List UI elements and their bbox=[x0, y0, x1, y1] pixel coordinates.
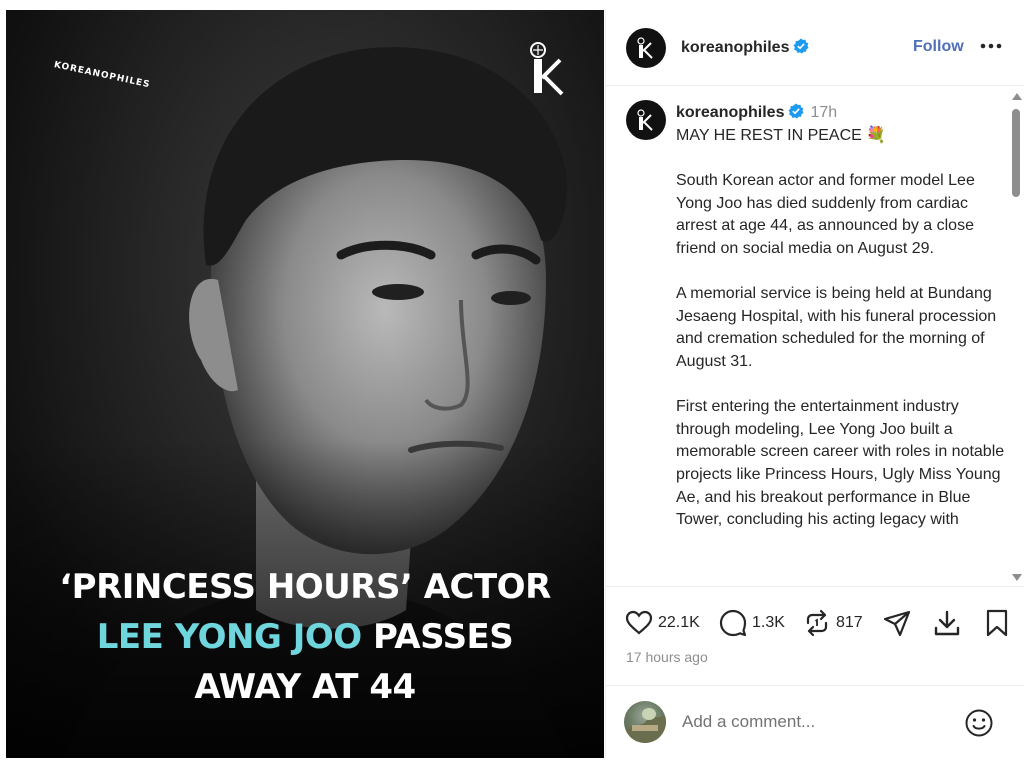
caption-title-line: MAY HE REST IN PEACE 💐 bbox=[676, 127, 887, 144]
k-logo-icon bbox=[530, 42, 564, 96]
verified-badge-icon bbox=[788, 103, 804, 119]
headline-line-1: ‘PRINCESS HOURS’ ACTOR bbox=[59, 567, 551, 607]
caption-text: MAY HE REST IN PEACE 💐 South Korean acto… bbox=[676, 125, 1006, 532]
comment-button[interactable]: 1.3K bbox=[718, 608, 785, 638]
media-headline: ‘PRINCESS HOURS’ ACTOR LEE YONG JOO PASS… bbox=[6, 562, 604, 712]
comment-bar bbox=[606, 685, 1024, 758]
headline-line-3: AWAY AT 44 bbox=[194, 667, 416, 707]
repost-button[interactable]: 817 bbox=[802, 608, 863, 638]
send-icon bbox=[883, 610, 911, 637]
header-username[interactable]: koreanophiles bbox=[681, 38, 809, 57]
post-age[interactable]: 17 hours ago bbox=[626, 649, 708, 665]
caption-body-text: South Korean actor and former model Lee … bbox=[676, 172, 1005, 529]
repost-count[interactable]: 817 bbox=[836, 614, 863, 632]
k-avatar-icon bbox=[637, 109, 653, 131]
like-button[interactable]: 22.1K bbox=[624, 608, 700, 638]
caption-scrollbar[interactable] bbox=[1008, 87, 1024, 586]
emoji-smiley-icon[interactable] bbox=[964, 708, 994, 738]
caption-time[interactable]: 17h bbox=[810, 104, 837, 121]
download-icon bbox=[934, 610, 960, 636]
caption-username[interactable]: koreanophiles bbox=[676, 104, 784, 121]
share-button[interactable] bbox=[882, 608, 912, 638]
scroll-up-arrow-icon[interactable] bbox=[1012, 93, 1022, 100]
like-count[interactable]: 22.1K bbox=[658, 614, 700, 632]
caption-avatar[interactable] bbox=[626, 100, 666, 140]
headline-accent-name: LEE YONG JOO bbox=[96, 617, 362, 657]
comment-input[interactable] bbox=[682, 708, 952, 736]
profile-avatar[interactable] bbox=[626, 28, 666, 68]
comment-bubble-icon bbox=[719, 609, 747, 637]
headline-line-2: LEE YONG JOO PASSES bbox=[6, 612, 604, 662]
more-horizontal-icon[interactable] bbox=[980, 42, 1002, 50]
headline-line-2-rest: PASSES bbox=[361, 617, 514, 657]
header-username-text[interactable]: koreanophiles bbox=[681, 39, 789, 56]
post-media-image[interactable]: KOREANOPHILES ‘PRINCESS HOURS’ ACTOR LEE… bbox=[6, 10, 604, 758]
follow-button[interactable]: Follow bbox=[913, 38, 964, 56]
post-side-panel: koreanophiles Follow koreanophiles 17h MA… bbox=[605, 10, 1024, 758]
scroll-down-arrow-icon[interactable] bbox=[1012, 574, 1022, 581]
avatar-photo bbox=[624, 708, 666, 743]
download-button[interactable] bbox=[932, 608, 962, 638]
scrollbar-thumb[interactable] bbox=[1012, 109, 1020, 197]
bookmark-icon bbox=[986, 609, 1008, 637]
save-button[interactable] bbox=[982, 608, 1012, 638]
verified-badge-icon bbox=[793, 38, 809, 54]
k-avatar-icon bbox=[637, 37, 653, 59]
repost-icon bbox=[806, 609, 828, 637]
caption-header: koreanophiles 17h bbox=[676, 103, 837, 122]
current-user-avatar[interactable] bbox=[624, 701, 666, 743]
post-actions: 22.1K 1.3K 817 bbox=[606, 602, 1024, 642]
comment-count[interactable]: 1.3K bbox=[752, 614, 785, 632]
post-header: koreanophiles Follow bbox=[606, 10, 1024, 86]
heart-icon bbox=[625, 610, 653, 635]
post-dialog: KOREANOPHILES ‘PRINCESS HOURS’ ACTOR LEE… bbox=[0, 0, 1027, 763]
caption-area[interactable]: koreanophiles 17h MAY HE REST IN PEACE 💐 … bbox=[606, 87, 1024, 587]
